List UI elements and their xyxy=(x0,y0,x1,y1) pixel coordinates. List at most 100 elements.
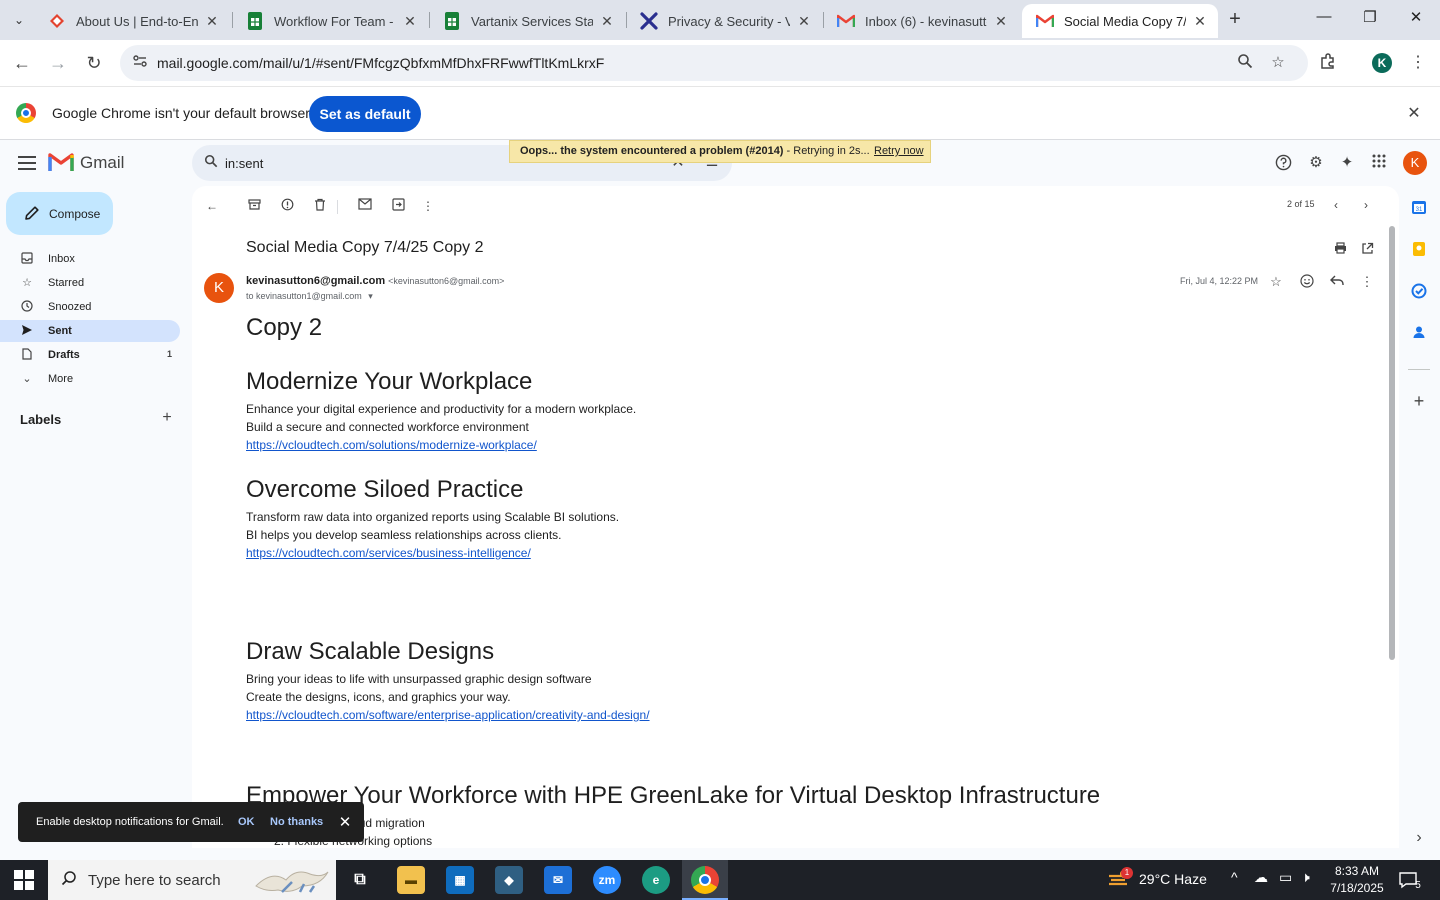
sender-avatar[interactable]: K xyxy=(204,273,234,303)
minimize-icon[interactable]: — xyxy=(1310,8,1338,32)
back-arrow-icon[interactable]: ← xyxy=(10,51,34,75)
more-options-icon[interactable]: ⋮ xyxy=(1359,274,1375,290)
nav-item-snoozed[interactable]: Snoozed xyxy=(0,296,180,318)
close-icon[interactable]: ✕ xyxy=(1192,13,1208,30)
sender-email: <kevinasutton6@gmail.com> xyxy=(388,276,505,286)
close-icon[interactable]: ✕ xyxy=(599,13,615,30)
nav-item-inbox[interactable]: Inbox xyxy=(0,248,180,270)
add-addon-icon[interactable]: + xyxy=(1410,392,1428,410)
more-actions-icon[interactable]: ⋮ xyxy=(420,198,436,214)
nav-item-drafts[interactable]: Drafts 1 xyxy=(0,344,180,366)
archive-icon[interactable] xyxy=(246,198,262,214)
tab-workflow[interactable]: Workflow For Team - G ✕ xyxy=(232,4,428,38)
profile-avatar[interactable]: K xyxy=(1372,53,1392,73)
edge-icon[interactable]: e xyxy=(642,866,670,894)
search-highlight-bird-icon xyxy=(252,864,332,898)
contacts-icon[interactable] xyxy=(1410,325,1428,343)
taskbar-search[interactable]: Type here to search xyxy=(48,860,336,900)
task-view-icon[interactable]: ⧉ xyxy=(346,866,374,894)
new-tab-icon[interactable]: + xyxy=(1224,8,1246,30)
tab-inbox[interactable]: Inbox (6) - kevinasutton ✕ xyxy=(823,4,1019,38)
close-icon[interactable]: ✕ xyxy=(796,13,812,30)
url-text: mail.google.com/mail/u/1/#sent/FMfcgzQbf… xyxy=(157,55,605,71)
nav-item-starred[interactable]: ☆ Starred xyxy=(0,272,180,294)
account-avatar[interactable]: K xyxy=(1403,151,1427,175)
more-vert-icon[interactable]: ⋮ xyxy=(1408,52,1428,74)
restore-icon[interactable]: ❐ xyxy=(1356,8,1384,32)
app-diamond-icon[interactable]: ◆ xyxy=(495,866,523,894)
delete-icon[interactable] xyxy=(312,198,328,214)
keep-icon[interactable] xyxy=(1410,241,1428,259)
mark-unread-icon[interactable] xyxy=(357,198,373,214)
newer-chevron-icon[interactable]: ‹ xyxy=(1328,197,1344,213)
recipient-details-icon[interactable]: ▾ xyxy=(368,291,373,301)
file-explorer-icon[interactable]: ▬ xyxy=(397,866,425,894)
open-new-window-icon[interactable] xyxy=(1359,242,1375,258)
tab-social-media-copy[interactable]: Social Media Copy 7/4/ ✕ xyxy=(1022,4,1218,38)
network-icon[interactable]: ▭ xyxy=(1279,869,1292,886)
back-to-sent-icon[interactable]: ← xyxy=(204,198,220,214)
emoji-reaction-icon[interactable] xyxy=(1299,274,1315,290)
move-to-icon[interactable] xyxy=(390,198,406,214)
toast-no-thanks-button[interactable]: No thanks xyxy=(270,816,323,828)
onedrive-cloud-icon[interactable]: ☁ xyxy=(1254,869,1268,886)
microsoft-store-icon[interactable]: ▦ xyxy=(446,866,474,894)
close-icon[interactable]: ✕ xyxy=(402,13,418,30)
zoom-app-icon[interactable]: zm xyxy=(593,866,621,894)
expand-panel-chevron-icon[interactable]: › xyxy=(1410,829,1428,847)
sender-name[interactable]: kevinasutton6@gmail.com xyxy=(246,275,385,287)
search-icon[interactable] xyxy=(202,154,220,172)
nav-item-sent[interactable]: Sent xyxy=(0,320,180,342)
tab-vartanix-stack[interactable]: Vartanix Services Stack ✕ xyxy=(429,4,625,38)
close-window-icon[interactable]: ✕ xyxy=(1402,8,1430,32)
add-label-icon[interactable]: + xyxy=(159,410,175,426)
main-menu-icon[interactable] xyxy=(16,152,38,174)
nav-label: Snoozed xyxy=(48,301,92,313)
close-icon[interactable]: ✕ xyxy=(204,13,220,30)
older-chevron-icon[interactable]: › xyxy=(1358,197,1374,213)
tasks-icon[interactable] xyxy=(1410,283,1428,301)
site-info-icon[interactable] xyxy=(130,53,150,73)
reply-icon[interactable] xyxy=(1329,274,1345,290)
windows-start-icon[interactable] xyxy=(14,870,34,890)
tab-title: Privacy & Security - Var xyxy=(668,13,790,29)
nav-item-more[interactable]: ⌄ More xyxy=(0,368,180,390)
toast-ok-button[interactable]: OK xyxy=(238,816,255,828)
tab-search-icon[interactable]: ⌄ xyxy=(6,8,32,32)
tab-about-us[interactable]: About Us | End-to-End ✕ xyxy=(34,4,230,38)
search-input[interactable]: in:sent xyxy=(225,156,263,171)
address-bar[interactable]: mail.google.com/mail/u/1/#sent/FMfcgzQbf… xyxy=(120,45,1308,81)
gemini-sparkle-icon[interactable]: ✦ xyxy=(1338,154,1356,172)
section-text: BI helps you develop seamless relationsh… xyxy=(246,528,562,542)
retry-now-link[interactable]: Retry now xyxy=(874,145,924,157)
calendar-icon[interactable]: 31 xyxy=(1410,199,1428,217)
scrollbar-thumb[interactable] xyxy=(1389,226,1395,660)
volume-icon[interactable]: 🕨 xyxy=(1301,869,1310,886)
weather-text[interactable]: 29°C Haze xyxy=(1139,871,1207,887)
print-icon[interactable] xyxy=(1332,242,1348,258)
forward-arrow-icon[interactable]: → xyxy=(46,51,70,75)
star-icon[interactable]: ☆ xyxy=(1268,274,1284,290)
tab-privacy-security[interactable]: Privacy & Security - Var ✕ xyxy=(626,4,822,38)
close-icon[interactable]: ✕ xyxy=(993,13,1009,30)
section-link[interactable]: https://vcloudtech.com/software/enterpri… xyxy=(246,708,650,722)
compose-button[interactable]: Compose xyxy=(6,192,113,235)
reload-icon[interactable]: ↻ xyxy=(82,51,106,75)
section-link[interactable]: https://vcloudtech.com/services/business… xyxy=(246,546,531,560)
report-spam-icon[interactable] xyxy=(279,198,295,214)
mail-icon[interactable]: ✉ xyxy=(544,866,572,894)
help-icon[interactable] xyxy=(1274,154,1292,172)
zoom-icon[interactable] xyxy=(1235,53,1255,73)
close-icon[interactable]: ✕ xyxy=(1404,103,1424,123)
system-clock[interactable]: 8:33 AM 7/18/2025 xyxy=(1326,863,1388,897)
apps-grid-icon[interactable] xyxy=(1370,154,1388,172)
section-link[interactable]: https://vcloudtech.com/solutions/moderni… xyxy=(246,438,537,452)
recipient-line[interactable]: to kevinasutton1@gmail.com ▾ xyxy=(246,291,373,302)
extensions-icon[interactable] xyxy=(1318,51,1340,73)
settings-gear-icon[interactable]: ⚙ xyxy=(1307,154,1325,172)
close-icon[interactable]: ✕ xyxy=(338,813,352,831)
show-hidden-icons-chevron-icon[interactable]: ^ xyxy=(1231,869,1238,885)
set-as-default-button[interactable]: Set as default xyxy=(309,96,421,132)
gmail-logo-icon[interactable] xyxy=(48,152,74,174)
bookmark-star-icon[interactable]: ☆ xyxy=(1268,53,1288,73)
